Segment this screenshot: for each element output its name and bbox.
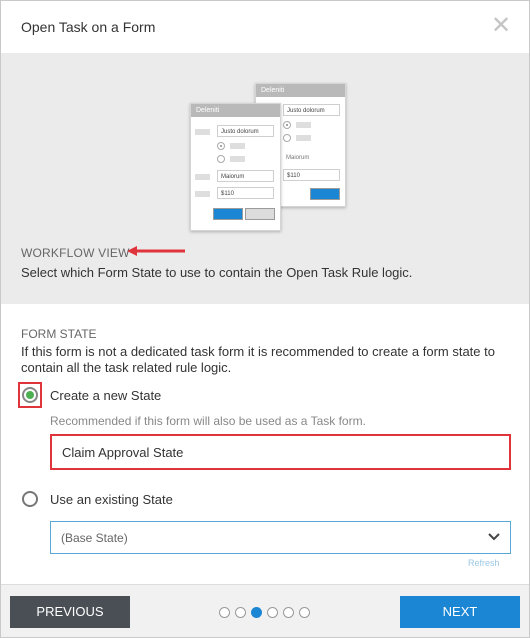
create-new-state-hint: Recommended if this form will also be us… [50, 414, 366, 428]
existing-state-value: (Base State) [61, 531, 128, 545]
form-state-title: FORM STATE [21, 327, 97, 341]
close-icon[interactable]: ✕ [489, 14, 513, 38]
card-header: Deleniti [256, 84, 345, 97]
card-field: Justo dolorum [217, 125, 274, 137]
card-bar [296, 122, 311, 128]
chevron-down-icon [488, 533, 500, 541]
next-button[interactable]: NEXT [400, 596, 520, 628]
dialog-header: Open Task on a Form ✕ [1, 1, 529, 53]
dialog: Open Task on a Form ✕ Deleniti Justo dol… [0, 0, 530, 638]
create-new-state-label[interactable]: Create a new State [50, 388, 161, 403]
card-header: Deleniti [191, 104, 280, 117]
card-button [213, 208, 243, 220]
card-field: Maiorum [217, 170, 274, 182]
create-new-state-radio[interactable] [22, 387, 38, 403]
use-existing-state-radio[interactable] [22, 491, 38, 507]
card-bar [230, 143, 245, 149]
card-radio [283, 134, 291, 142]
card-field: $110 [283, 169, 340, 181]
workflow-view-title: WORKFLOW VIEW [21, 246, 130, 260]
card-radio [217, 142, 225, 150]
use-existing-state-label[interactable]: Use an existing State [50, 492, 173, 507]
form-state-description: If this form is not a dedicated task for… [21, 344, 495, 375]
step-dot-5[interactable] [283, 607, 294, 618]
existing-state-select[interactable]: (Base State) [50, 521, 511, 554]
card-radio [283, 121, 291, 129]
illustration-front-card: Deleniti Justo dolorum Maiorum $110 [190, 103, 281, 231]
card-bar [195, 191, 210, 197]
dialog-title: Open Task on a Form [21, 19, 156, 35]
previous-button[interactable]: PREVIOUS [10, 596, 130, 628]
arrow-left-icon [127, 246, 185, 256]
card-field: $110 [217, 187, 274, 199]
card-radio [217, 155, 225, 163]
card-bar [195, 174, 210, 180]
workflow-view-description: Select which Form State to use to contai… [21, 265, 413, 280]
refresh-link[interactable]: Refresh [468, 558, 500, 568]
card-field: Justo dolorum [283, 104, 340, 116]
step-dot-1[interactable] [219, 607, 230, 618]
card-label: Maiorum [286, 155, 310, 161]
step-dot-4[interactable] [267, 607, 278, 618]
card-bar [230, 156, 245, 162]
card-button [245, 208, 275, 220]
new-state-name-input[interactable] [50, 434, 511, 470]
card-button [310, 188, 340, 200]
step-dot-2[interactable] [235, 607, 246, 618]
info-panel: Deleniti Justo dolorum Maiorum $110 Dele… [1, 53, 529, 304]
dialog-footer: PREVIOUS NEXT [1, 584, 529, 637]
card-bar [296, 135, 311, 141]
step-dot-3[interactable] [251, 607, 262, 618]
form-illustration: Deleniti Justo dolorum Maiorum $110 Dele… [188, 83, 348, 231]
step-dot-6[interactable] [299, 607, 310, 618]
card-bar [195, 129, 210, 135]
